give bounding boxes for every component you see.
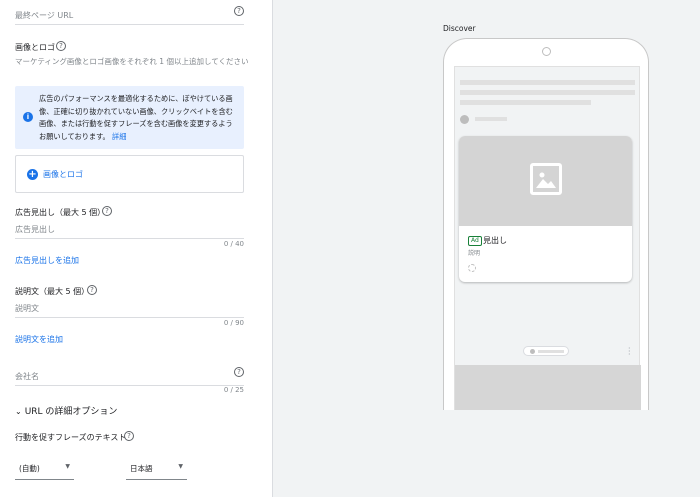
- ad-preview-description: 説明: [468, 250, 481, 257]
- skeleton-pill-bar: [538, 350, 564, 353]
- skeleton-avatar: [460, 115, 469, 124]
- phone-screen: Ad 見出し 説明 · · ·: [454, 66, 641, 410]
- cta-select-value: (自動): [19, 464, 40, 473]
- add-description-link[interactable]: 説明文を追加: [15, 334, 63, 345]
- company-underline: [15, 385, 244, 386]
- help-icon[interactable]: ?: [124, 431, 134, 441]
- skeleton-line: [475, 117, 507, 121]
- chevron-down-icon: ⌄: [15, 407, 22, 416]
- dropdown-caret-icon: ▼: [65, 463, 70, 470]
- add-headline-link[interactable]: 広告見出しを追加: [15, 255, 79, 266]
- help-icon[interactable]: ?: [102, 206, 112, 216]
- language-select[interactable]: 日本語 ▼: [126, 460, 187, 480]
- cta-select[interactable]: (自動) ▼: [15, 460, 74, 480]
- skeleton-pill-dot: [530, 349, 535, 354]
- description-underline: [15, 317, 244, 318]
- skeleton-next-card: [455, 365, 641, 410]
- company-counter: 0 / 25: [223, 386, 244, 394]
- ad-preview-headline: 見出し: [483, 236, 507, 245]
- final-url-underline: [15, 24, 244, 25]
- images-title: 画像とロゴ: [15, 43, 55, 52]
- skeleton-line: [460, 100, 591, 105]
- company-name-input[interactable]: 会社名: [15, 371, 244, 387]
- help-icon[interactable]: ?: [234, 367, 244, 377]
- more-vert-icon: · · ·: [628, 344, 631, 359]
- headline-input[interactable]: 広告見出し: [15, 224, 244, 240]
- help-icon[interactable]: ?: [234, 6, 244, 16]
- headline-counter: 0 / 40: [223, 240, 244, 248]
- ad-preview-card: Ad 見出し 説明: [459, 136, 632, 282]
- description-placeholder: 説明文: [15, 304, 39, 313]
- dropdown-caret-icon: ▼: [178, 463, 183, 470]
- cta-title: 行動を促すフレーズのテキスト: [15, 433, 127, 442]
- ad-badge: Ad: [468, 236, 482, 246]
- ad-form-panel: 最終ページ URL ? 画像とロゴ ? マーケティング画像とロゴ画像をそれぞれ …: [0, 0, 273, 497]
- headline-underline: [15, 238, 244, 239]
- language-select-value: 日本語: [130, 464, 153, 473]
- info-banner: i 広告のパフォーマンスを最適化するために、ぼやけている画像、正確に切り抜かれて…: [15, 86, 244, 149]
- phone-camera: [542, 47, 551, 56]
- add-images-button[interactable]: + 画像とロゴ: [15, 155, 244, 193]
- loading-icon: [468, 264, 476, 272]
- ad-image-placeholder: [459, 136, 632, 226]
- skeleton-pill: [523, 346, 569, 356]
- final-url-field[interactable]: 最終ページ URL: [15, 10, 244, 26]
- help-icon[interactable]: ?: [56, 41, 66, 51]
- url-options-toggle[interactable]: ⌄ URL の詳細オプション: [15, 404, 117, 417]
- add-images-label: 画像とロゴ: [43, 170, 83, 179]
- skeleton-line: [460, 80, 635, 85]
- description-counter: 0 / 90: [223, 319, 244, 327]
- info-text: 広告のパフォーマンスを最適化するために、ぼやけている画像、正確に切り抜かれていな…: [39, 94, 233, 141]
- add-circle-icon: +: [27, 169, 38, 180]
- description-input[interactable]: 説明文: [15, 303, 244, 319]
- final-url-placeholder: 最終ページ URL: [15, 11, 74, 20]
- info-learn-more-link[interactable]: 詳細: [112, 132, 126, 141]
- help-icon[interactable]: ?: [87, 285, 97, 295]
- url-options-label: URL の詳細オプション: [24, 407, 118, 417]
- headlines-title: 広告見出し（最大 5 個）: [15, 208, 106, 217]
- descriptions-title: 説明文（最大 5 個）: [15, 287, 90, 296]
- info-icon: i: [23, 112, 33, 122]
- images-description: マーケティング画像とロゴ画像をそれぞれ 1 個以上追加してください: [15, 57, 249, 66]
- company-placeholder: 会社名: [15, 372, 39, 381]
- preview-placement-label: Discover: [443, 24, 476, 33]
- skeleton-line: [460, 90, 635, 95]
- headline-placeholder: 広告見出し: [15, 225, 55, 234]
- phone-mockup: Ad 見出し 説明 · · ·: [443, 38, 649, 410]
- image-placeholder-icon: [530, 163, 562, 195]
